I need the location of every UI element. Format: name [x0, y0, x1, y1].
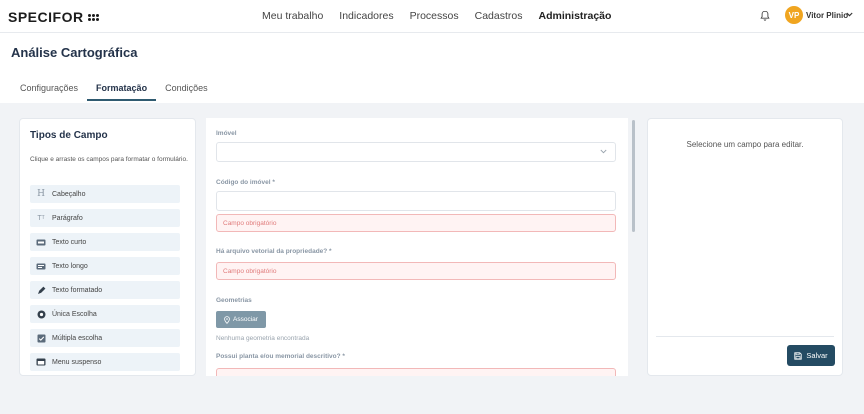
editor-divider [656, 336, 834, 337]
field-type-menu-suspenso[interactable]: Menu suspenso [30, 353, 180, 371]
codigo-error: Campo obrigatório [216, 214, 616, 232]
tab-condicoes[interactable]: Condições [156, 79, 217, 101]
dropdown-menu-icon [36, 357, 46, 367]
field-type-texto-formatado[interactable]: Texto formatado [30, 281, 180, 299]
field-type-label: Menu suspenso [52, 358, 102, 366]
codigo-input[interactable] [216, 191, 616, 211]
save-label: Salvar [806, 351, 828, 360]
field-types-description: Clique e arraste os campos para formatar… [30, 156, 188, 163]
bell-icon[interactable] [760, 10, 770, 22]
radio-icon [36, 309, 46, 319]
planta-input[interactable] [216, 368, 616, 376]
tab-formatacao[interactable]: Formatação [87, 79, 157, 101]
associar-label: Associar [233, 316, 258, 323]
geometrias-empty-text: Nenhuma geometria encontrada [216, 335, 310, 342]
arquivo-vetorial-error[interactable]: Campo obrigatório [216, 262, 616, 280]
short-text-icon [36, 237, 46, 247]
field-types-title: Tipos de Campo [30, 130, 108, 141]
arquivo-vetorial-label: Há arquivo vetorial da propriedade? * [216, 248, 332, 255]
imovel-label: Imóvel [216, 130, 237, 137]
field-type-texto-longo[interactable]: Texto longo [30, 257, 180, 275]
main-nav: Meu trabalho Indicadores Processos Cadas… [262, 10, 611, 22]
page-title: Análise Cartográfica [11, 45, 138, 60]
field-type-label: Parágrafo [52, 214, 83, 222]
error-message: Campo obrigatório [223, 220, 277, 227]
save-icon [794, 351, 803, 360]
error-message: Campo obrigatório [223, 268, 277, 275]
top-navbar: SPECIFOR Meu trabalho Indicadores Proces… [0, 0, 864, 33]
planta-label: Possui planta e/ou memorial descritivo? … [216, 353, 345, 360]
long-text-icon [36, 261, 46, 271]
form-preview: Imóvel Código do imóvel * Campo obrigató… [206, 118, 628, 376]
nav-item-indicadores[interactable]: Indicadores [339, 10, 393, 22]
associar-button[interactable]: Associar [216, 311, 266, 328]
save-button[interactable]: Salvar [787, 345, 835, 366]
field-type-label: Texto formatado [52, 286, 103, 294]
checkbox-icon [36, 333, 46, 343]
field-type-paragrafo[interactable]: TT Parágrafo [30, 209, 180, 227]
logo-dots-icon [87, 13, 99, 21]
field-type-label: Múltipla escolha [52, 334, 103, 342]
field-type-multipla-escolha[interactable]: Múltipla escolha [30, 329, 180, 347]
map-pin-icon [224, 315, 230, 324]
tab-configuracoes[interactable]: Configurações [11, 79, 87, 101]
avatar[interactable]: VP [785, 6, 803, 24]
chevron-down-icon[interactable] [846, 12, 853, 17]
imovel-select[interactable] [216, 142, 616, 162]
nav-item-meu-trabalho[interactable]: Meu trabalho [262, 10, 323, 22]
geometrias-label: Geometrias [216, 297, 252, 304]
editor-hint: Selecione um campo para editar. [686, 140, 804, 149]
field-type-list: H Cabeçalho TT Parágrafo Texto curto Tex… [30, 185, 192, 375]
paragraph-icon: TT [37, 214, 45, 222]
field-type-label: Cabeçalho [52, 190, 86, 198]
tab-bar: Configurações Formatação Condições [11, 79, 217, 101]
form-scrollbar[interactable] [632, 120, 635, 232]
codigo-label: Código do imóvel * [216, 179, 275, 186]
brand-name: SPECIFOR [8, 9, 84, 25]
field-types-panel: Tipos de Campo Clique e arraste os campo… [19, 118, 196, 376]
nav-item-administracao[interactable]: Administração [538, 10, 611, 22]
nav-item-processos[interactable]: Processos [410, 10, 459, 22]
heading-icon: H [37, 189, 45, 199]
field-type-unica-escolha[interactable]: Única Escolha [30, 305, 180, 323]
page-header: Análise Cartográfica Configurações Forma… [0, 33, 864, 103]
field-editor-panel: Selecione um campo para editar. Salvar [647, 118, 843, 376]
field-type-label: Texto curto [52, 238, 87, 246]
chevron-down-icon [600, 149, 607, 154]
field-type-label: Texto longo [52, 262, 88, 270]
nav-item-cadastros[interactable]: Cadastros [475, 10, 523, 22]
field-type-cabecalho[interactable]: H Cabeçalho [30, 185, 180, 203]
field-type-texto-curto[interactable]: Texto curto [30, 233, 180, 251]
brand-logo[interactable]: SPECIFOR [8, 9, 99, 25]
user-name[interactable]: Vitor Plinio [806, 11, 848, 20]
pen-icon [36, 285, 46, 295]
field-type-label: Única Escolha [52, 310, 97, 318]
